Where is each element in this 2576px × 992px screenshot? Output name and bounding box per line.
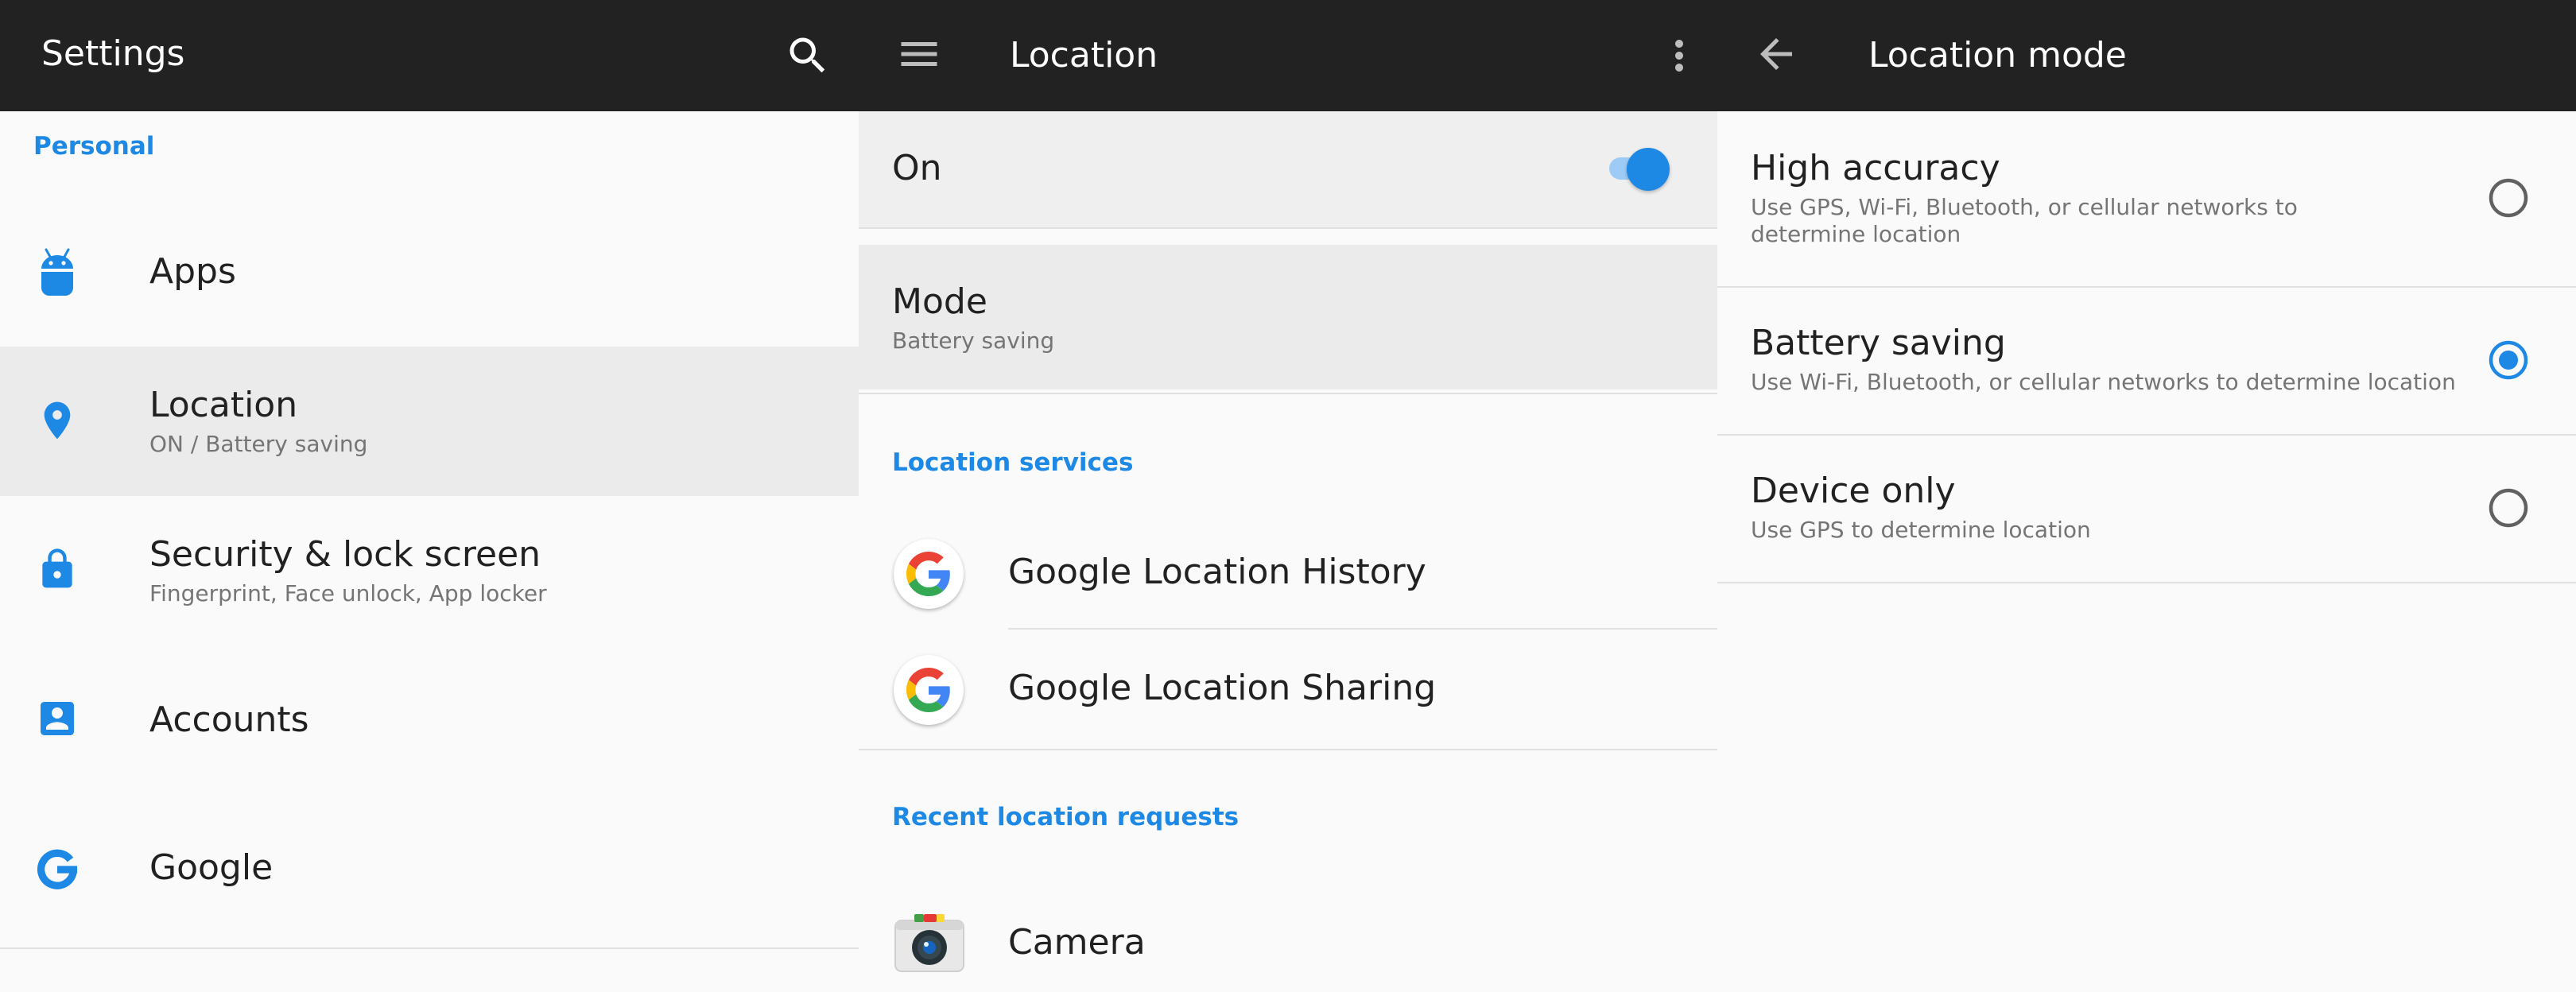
mode-option-battery-saving[interactable]: Battery saving Use Wi-Fi, Bluetooth, or … xyxy=(1717,288,2576,434)
google-g-icon xyxy=(894,539,964,609)
service-item-google-location-sharing[interactable]: Google Location Sharing xyxy=(859,631,1717,749)
location-mode-row[interactable]: Mode Battery saving xyxy=(859,245,1717,389)
camera-app-icon xyxy=(894,913,965,973)
mode-option-label: High accuracy xyxy=(1751,148,2000,188)
hamburger-menu-icon[interactable] xyxy=(895,30,943,78)
location-toggle-switch[interactable] xyxy=(1609,148,1670,191)
settings-item-location[interactable]: Location ON / Battery saving xyxy=(0,347,859,496)
settings-item-label: Apps xyxy=(149,251,236,292)
divider xyxy=(859,393,1717,394)
location-screen: Location On Mode Battery saving Location… xyxy=(859,0,1717,992)
settings-item-label: Accounts xyxy=(149,699,309,740)
settings-item-summary: Fingerprint, Face unlock, App locker xyxy=(149,580,547,606)
settings-item-apps[interactable]: Apps xyxy=(0,199,859,347)
location-pin-icon xyxy=(35,396,80,445)
settings-item-security[interactable]: Security & lock screen Fingerprint, Face… xyxy=(0,496,859,645)
recent-request-camera[interactable]: Camera xyxy=(859,874,1717,992)
master-switch-label: On xyxy=(892,148,942,188)
mode-option-label: Device only xyxy=(1751,471,1956,511)
location-master-switch-bar[interactable]: On xyxy=(859,111,1717,227)
radio-battery-saving[interactable] xyxy=(2487,339,2530,382)
settings-title: Settings xyxy=(41,33,185,74)
recent-request-label: Camera xyxy=(1008,922,1146,963)
divider xyxy=(859,749,1717,750)
divider xyxy=(1717,582,2576,583)
location-mode-screen: Location mode High accuracy Use GPS, Wi-… xyxy=(1717,0,2576,992)
settings-item-label: Google xyxy=(149,847,274,888)
divider xyxy=(859,227,1717,229)
mode-option-label: Battery saving xyxy=(1751,323,2006,363)
arrow-back-icon[interactable] xyxy=(1752,30,1800,78)
radio-device-only[interactable] xyxy=(2487,486,2530,529)
mode-option-device-only[interactable]: Device only Use GPS to determine locatio… xyxy=(1717,436,2576,582)
divider xyxy=(0,947,859,949)
section-header-recent-requests: Recent location requests xyxy=(892,803,1240,831)
mode-option-description: Use GPS, Wi-Fi, Bluetooth, or cellular n… xyxy=(1751,194,2298,247)
location-mode-title: Location mode xyxy=(1868,35,2127,76)
settings-screen: Settings Personal Apps Location ON / Bat… xyxy=(0,0,859,992)
location-app-bar: Location xyxy=(859,0,1717,111)
settings-app-bar: Settings xyxy=(0,0,859,111)
google-g-icon xyxy=(894,655,964,725)
android-icon xyxy=(33,246,81,299)
settings-item-summary: ON / Battery saving xyxy=(149,431,368,457)
more-vert-icon[interactable] xyxy=(1655,32,1703,79)
mode-option-description: Use Wi-Fi, Bluetooth, or cellular networ… xyxy=(1751,369,2456,395)
divider xyxy=(1008,628,1717,630)
service-item-label: Google Location History xyxy=(1008,552,1426,592)
location-title: Location xyxy=(1010,35,1158,76)
service-item-google-location-history[interactable]: Google Location History xyxy=(859,517,1717,630)
mode-option-description: Use GPS to determine location xyxy=(1751,517,2091,543)
mode-label: Mode xyxy=(892,281,987,322)
location-mode-app-bar: Location mode xyxy=(1717,0,2576,111)
lock-icon xyxy=(35,545,80,593)
mode-value: Battery saving xyxy=(892,327,1055,354)
section-header-personal: Personal xyxy=(33,132,155,161)
settings-item-label: Security & lock screen xyxy=(149,534,541,575)
settings-item-google[interactable]: Google xyxy=(0,795,859,947)
section-header-location-services: Location services xyxy=(892,448,1134,477)
google-g-icon xyxy=(35,847,80,892)
radio-high-accuracy[interactable] xyxy=(2487,176,2530,219)
settings-item-accounts[interactable]: Accounts xyxy=(0,645,859,795)
service-item-label: Google Location Sharing xyxy=(1008,668,1437,708)
mode-option-high-accuracy[interactable]: High accuracy Use GPS, Wi-Fi, Bluetooth,… xyxy=(1717,111,2576,286)
account-box-icon xyxy=(35,696,80,741)
settings-item-label: Location xyxy=(149,385,298,425)
search-icon[interactable] xyxy=(784,32,832,79)
